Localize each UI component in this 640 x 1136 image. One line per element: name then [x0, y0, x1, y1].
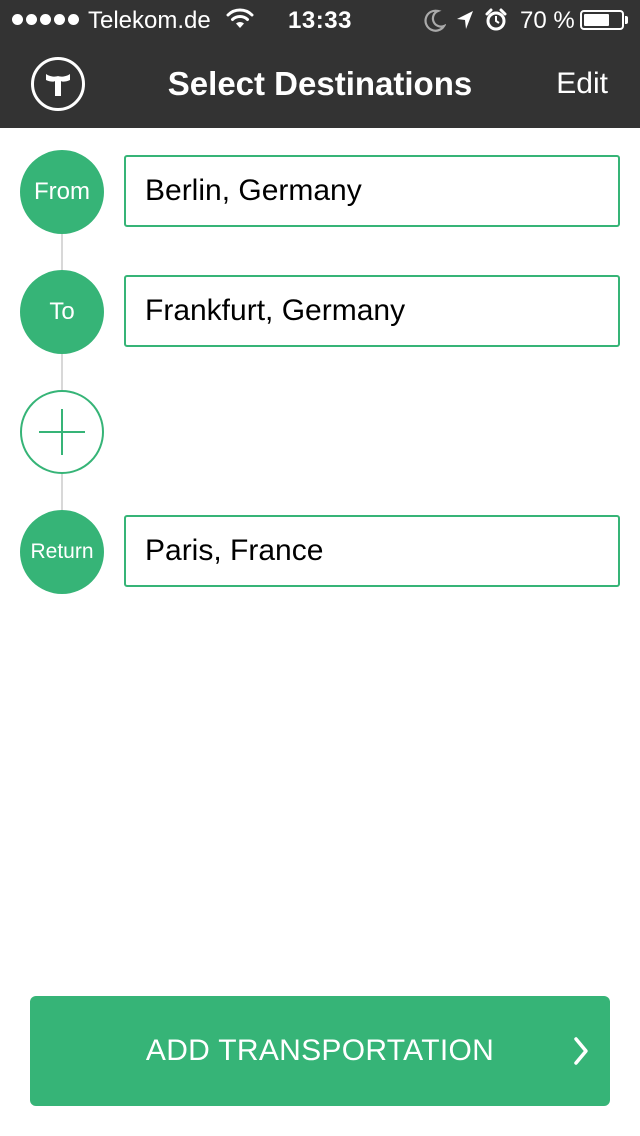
edit-button[interactable]: Edit — [556, 64, 608, 104]
to-destination-input[interactable] — [124, 275, 620, 347]
from-marker: From — [20, 150, 104, 234]
route-connector — [61, 474, 63, 510]
route-connector — [61, 354, 63, 390]
battery-icon — [580, 10, 628, 30]
add-stop-button[interactable] — [20, 390, 104, 474]
alarm-icon — [484, 7, 508, 40]
from-destination-input[interactable] — [124, 155, 620, 227]
chevron-right-icon — [572, 1036, 590, 1071]
page-title: Select Destinations — [167, 65, 473, 102]
plus-icon — [39, 409, 85, 455]
battery-percent: 70 % — [520, 7, 575, 34]
screen: Telekom.de 13:33 70 % Select Destination… — [0, 0, 640, 1136]
route-connector — [61, 234, 63, 270]
top-bar: Telekom.de 13:33 70 % Select Destination… — [0, 0, 640, 128]
to-marker: To — [20, 270, 104, 354]
navigation-bar: Select Destinations Edit — [0, 40, 640, 128]
battery-fill — [584, 14, 610, 26]
moon-icon — [424, 8, 447, 39]
add-transportation-button[interactable]: ADD TRANSPORTATION — [30, 996, 610, 1106]
add-transportation-label: ADD TRANSPORTATION — [145, 1034, 495, 1067]
status-bar: Telekom.de 13:33 70 % — [0, 0, 640, 40]
return-destination-input[interactable] — [124, 515, 620, 587]
return-marker: Return — [20, 510, 104, 594]
location-arrow-icon — [454, 8, 476, 39]
